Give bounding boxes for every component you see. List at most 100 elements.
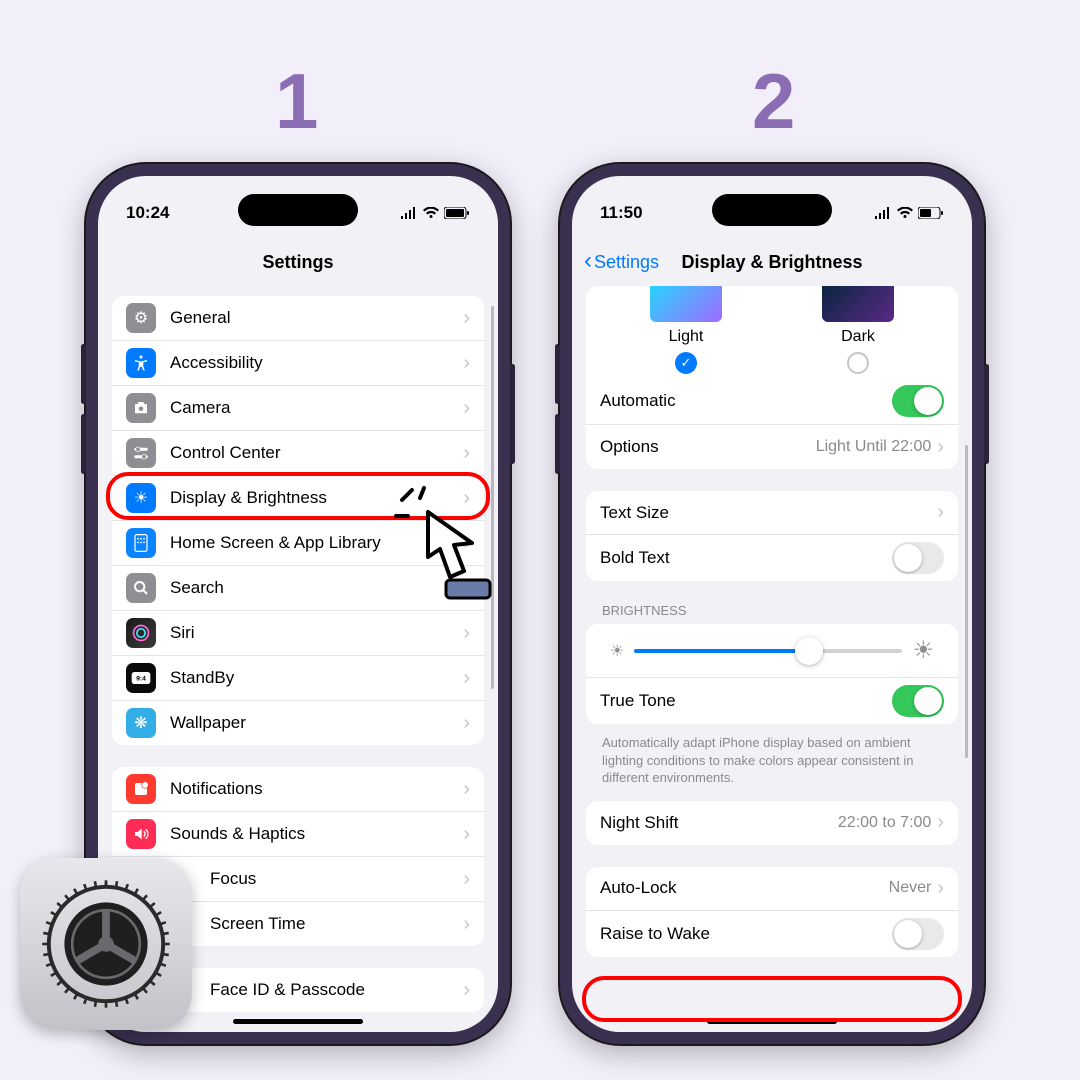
back-button[interactable]: ‹Settings <box>584 249 659 275</box>
row-notifications[interactable]: Notifications › <box>112 767 484 812</box>
row-control-center[interactable]: Control Center › <box>112 431 484 476</box>
row-label: Accessibility <box>170 353 457 373</box>
chevron-right-icon: › <box>937 877 944 900</box>
row-night-shift[interactable]: Night Shift 22:00 to 7:00 › <box>586 801 958 845</box>
row-sounds[interactable]: Sounds & Haptics › <box>112 812 484 857</box>
header-title: Settings <box>98 238 498 286</box>
chevron-right-icon: › <box>937 501 944 524</box>
chevron-right-icon: › <box>463 442 470 465</box>
sun-big-icon: ☀︎ <box>912 636 934 665</box>
raise-to-wake-toggle[interactable] <box>892 918 944 950</box>
true-tone-toggle[interactable] <box>892 685 944 717</box>
row-label: Raise to Wake <box>600 924 892 944</box>
control-center-icon <box>126 438 156 468</box>
appearance-light[interactable]: Light ✓ <box>650 286 722 374</box>
search-icon <box>126 573 156 603</box>
camera-icon <box>126 393 156 423</box>
row-label: True Tone <box>600 691 892 711</box>
step-number-1: 1 <box>275 56 318 147</box>
status-icons <box>400 207 470 219</box>
chevron-right-icon: › <box>463 307 470 330</box>
row-label: General <box>170 308 457 328</box>
mode-label: Dark <box>841 328 875 346</box>
radio-unchecked-icon <box>847 352 869 374</box>
appearance-dark[interactable]: Dark <box>822 286 894 374</box>
settings-app-icon <box>20 858 192 1030</box>
true-tone-hint: Automatically adapt iPhone display based… <box>586 728 958 801</box>
radio-checked-icon: ✓ <box>675 352 697 374</box>
automatic-toggle[interactable] <box>892 385 944 417</box>
row-label: Screen Time <box>170 914 457 934</box>
chevron-right-icon: › <box>463 913 470 936</box>
row-label: Auto-Lock <box>600 878 889 898</box>
chevron-right-icon: › <box>937 436 944 459</box>
bold-text-toggle[interactable] <box>892 542 944 574</box>
row-label: Text Size <box>600 503 931 523</box>
row-auto-lock[interactable]: Auto-Lock Never › <box>586 867 958 911</box>
chevron-right-icon: › <box>463 352 470 375</box>
chevron-right-icon: › <box>463 397 470 420</box>
chevron-right-icon: › <box>463 622 470 645</box>
row-accessibility[interactable]: Accessibility › <box>112 341 484 386</box>
tap-pointer-icon <box>390 482 510 612</box>
wifi-icon <box>896 207 914 219</box>
battery-icon <box>444 207 470 219</box>
section-brightness-label: Brightness <box>586 603 958 624</box>
row-bold-text[interactable]: Bold Text <box>586 535 958 581</box>
home-indicator[interactable] <box>233 1019 363 1024</box>
row-raise-to-wake[interactable]: Raise to Wake <box>586 911 958 957</box>
chevron-right-icon: › <box>937 811 944 834</box>
brightness-icon: ☀︎ <box>126 483 156 513</box>
row-label: Camera <box>170 398 457 418</box>
row-automatic[interactable]: Automatic <box>586 378 958 425</box>
chevron-right-icon: › <box>463 712 470 735</box>
nav-bar: ‹Settings Display & Brightness <box>572 238 972 286</box>
brightness-slider-row: ☀︎ ☀︎ <box>586 624 958 678</box>
standby-icon: 9:4 <box>126 663 156 693</box>
row-label: Focus <box>170 869 457 889</box>
notifications-icon <box>126 774 156 804</box>
row-label: Siri <box>170 623 457 643</box>
signal-icon <box>874 207 892 219</box>
row-options[interactable]: Options Light Until 22:00 › <box>586 425 958 469</box>
brightness-slider[interactable] <box>634 649 902 653</box>
phone-right: 11:50 ‹Settings Display & Brightness Lig… <box>560 164 984 1044</box>
row-label: Wallpaper <box>170 713 457 733</box>
row-label: Notifications <box>170 779 457 799</box>
display-settings-content[interactable]: Light ✓ Dark Automatic Op <box>572 286 972 1032</box>
row-standby[interactable]: 9:4 StandBy › <box>112 656 484 701</box>
sounds-icon <box>126 819 156 849</box>
row-label: Control Center <box>170 443 457 463</box>
row-label: Face ID & Passcode <box>170 980 457 1000</box>
status-icons <box>874 207 944 219</box>
row-value: Light Until 22:00 <box>816 438 932 456</box>
row-label: Automatic <box>600 391 892 411</box>
row-label: Sounds & Haptics <box>170 824 457 844</box>
chevron-right-icon: › <box>463 979 470 1002</box>
row-value: Never <box>889 879 932 897</box>
sun-small-icon: ☀︎ <box>610 641 624 661</box>
dynamic-island <box>712 194 832 226</box>
chevron-right-icon: › <box>463 868 470 891</box>
row-true-tone[interactable]: True Tone <box>586 678 958 724</box>
nav-title: Display & Brightness <box>681 252 862 273</box>
battery-icon <box>918 207 944 219</box>
dynamic-island <box>238 194 358 226</box>
row-siri[interactable]: Siri › <box>112 611 484 656</box>
svg-text:9:4: 9:4 <box>136 676 146 683</box>
home-indicator[interactable] <box>707 1019 837 1024</box>
mode-label: Light <box>669 328 704 346</box>
row-label: Bold Text <box>600 548 892 568</box>
status-time: 11:50 <box>600 203 643 223</box>
row-general[interactable]: ⚙︎ General › <box>112 296 484 341</box>
row-text-size[interactable]: Text Size › <box>586 491 958 535</box>
siri-icon <box>126 618 156 648</box>
status-time: 10:24 <box>126 203 169 223</box>
row-label: Night Shift <box>600 813 838 833</box>
step-number-2: 2 <box>752 56 795 147</box>
row-camera[interactable]: Camera › <box>112 386 484 431</box>
gear-icon: ⚙︎ <box>126 303 156 333</box>
row-label: StandBy <box>170 668 457 688</box>
home-screen-icon <box>126 528 156 558</box>
row-wallpaper[interactable]: ❋ Wallpaper › <box>112 701 484 745</box>
